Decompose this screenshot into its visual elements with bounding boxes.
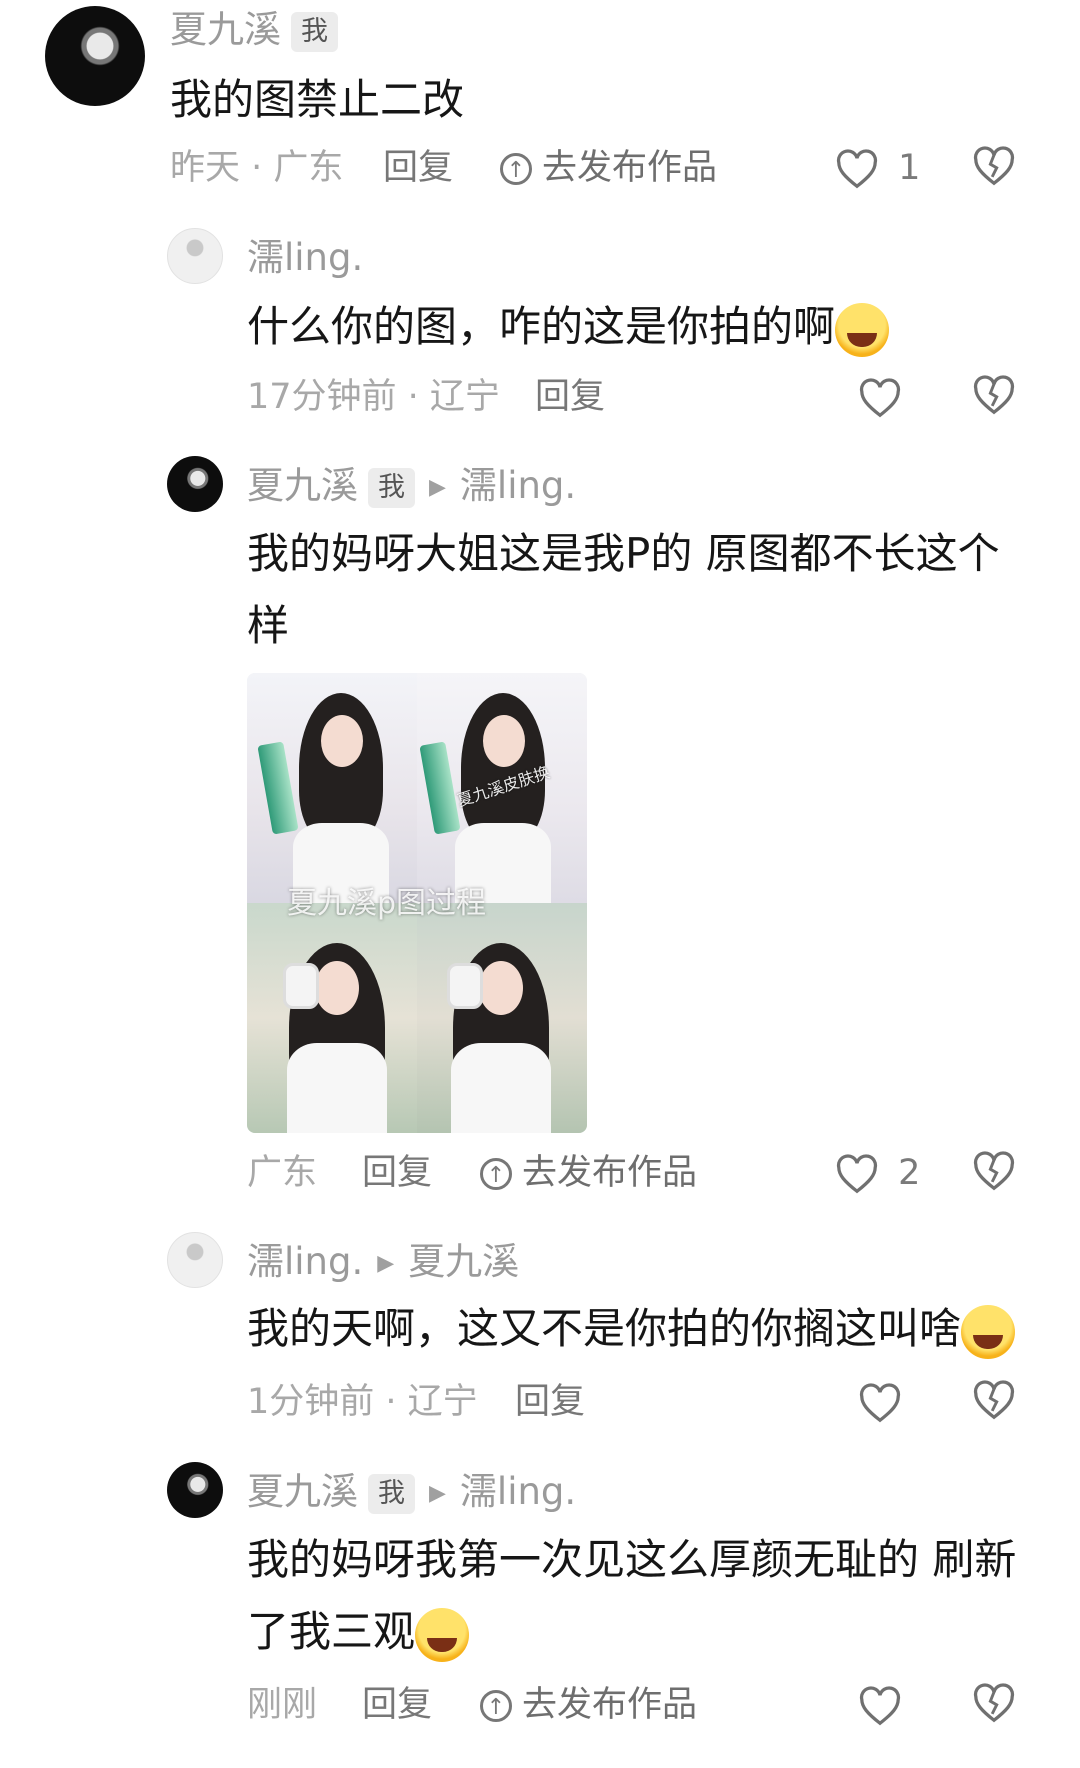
broken-heart-icon xyxy=(973,1683,1015,1723)
reply-arrow-icon: ▶ xyxy=(429,1480,446,1506)
reply-arrow-icon: ▶ xyxy=(429,474,446,500)
like-count: 2 xyxy=(898,1153,921,1193)
upload-icon: ↑ xyxy=(480,1690,512,1722)
like-button[interactable]: 1 xyxy=(835,146,920,190)
avatar[interactable] xyxy=(45,6,145,106)
avatar[interactable] xyxy=(167,228,223,284)
username[interactable]: 夏九溪 xyxy=(247,1470,358,1513)
heart-icon xyxy=(859,1383,901,1423)
dislike-button[interactable] xyxy=(972,1380,1016,1420)
publish-work-button[interactable]: ↑ 去发布作品 xyxy=(500,146,717,190)
grinning-emoji xyxy=(415,1607,470,1662)
self-badge: 我 xyxy=(291,11,338,52)
reply-target[interactable]: 濡ling. xyxy=(460,464,576,507)
reply-button[interactable]: 回复 xyxy=(362,1683,432,1727)
like-count: 1 xyxy=(898,148,921,188)
dislike-button[interactable] xyxy=(972,1683,1016,1723)
comment-text: 我的图禁止二改 xyxy=(170,75,465,124)
heart-icon xyxy=(836,149,878,189)
dislike-button[interactable] xyxy=(972,146,1016,186)
comment-meta: 广东 xyxy=(247,1153,318,1193)
self-badge: 我 xyxy=(368,467,415,508)
avatar[interactable] xyxy=(167,1462,223,1518)
comment-text-line-2: 了我三观 xyxy=(247,1596,470,1668)
like-button[interactable]: 2 xyxy=(835,1151,920,1195)
avatar[interactable] xyxy=(167,456,223,512)
comment-meta: 刚刚 xyxy=(247,1685,318,1725)
like-button[interactable] xyxy=(858,1380,902,1424)
username[interactable]: 夏九溪 xyxy=(170,8,281,51)
image-tile xyxy=(247,903,417,1133)
comment-text-line-1: 我的妈呀大姐这是我P的 原图都不长这个 xyxy=(247,529,1000,578)
broken-heart-icon xyxy=(973,1380,1015,1420)
broken-heart-icon xyxy=(973,1151,1015,1191)
reply-arrow-icon: ▶ xyxy=(377,1250,395,1276)
publish-work-button[interactable]: ↑ 去发布作品 xyxy=(480,1151,697,1195)
broken-heart-icon xyxy=(973,146,1015,186)
comment-meta: 17分钟前 · 辽宁 xyxy=(247,377,500,417)
publish-work-button[interactable]: ↑ 去发布作品 xyxy=(480,1683,697,1727)
dislike-button[interactable] xyxy=(972,1151,1016,1191)
publish-label: 去发布作品 xyxy=(542,148,718,188)
comment-text: 我的天啊，这又不是你拍的你搁这叫啥 xyxy=(247,1293,1016,1365)
broken-heart-icon xyxy=(973,375,1015,415)
image-caption: 夏九溪p图过程 xyxy=(287,886,487,921)
publish-label: 去发布作品 xyxy=(522,1153,698,1193)
comment-text-line-2: 样 xyxy=(247,601,290,650)
reply-button[interactable]: 回复 xyxy=(515,1380,585,1424)
like-button[interactable] xyxy=(858,1683,902,1727)
reply-target[interactable]: 濡ling. xyxy=(460,1470,576,1513)
comment-image[interactable]: 夏九溪p图过程 夏九溪皮肤换 xyxy=(247,673,587,1133)
like-button[interactable] xyxy=(858,375,902,419)
avatar[interactable] xyxy=(167,1232,223,1288)
upload-icon: ↑ xyxy=(500,153,532,185)
reply-target[interactable]: 夏九溪 xyxy=(408,1240,519,1283)
rolling-laughing-emoji xyxy=(961,1304,1016,1359)
reply-button[interactable]: 回复 xyxy=(383,146,453,190)
comment-text-line-1: 我的妈呀我第一次见这么厚颜无耻的 刷新 xyxy=(247,1535,1017,1584)
comment-meta: 昨天 · 广东 xyxy=(170,148,344,188)
image-tile xyxy=(417,903,587,1133)
publish-label: 去发布作品 xyxy=(522,1685,698,1725)
reply-button[interactable]: 回复 xyxy=(362,1151,432,1195)
laughing-crying-emoji xyxy=(835,302,890,357)
username[interactable]: 濡ling. xyxy=(247,1240,363,1283)
comment-text: 什么你的图，咋的这是你拍的啊 xyxy=(247,291,890,363)
upload-icon: ↑ xyxy=(480,1158,512,1190)
heart-icon xyxy=(836,1154,878,1194)
self-badge: 我 xyxy=(368,1473,415,1514)
username[interactable]: 夏九溪 xyxy=(247,464,358,507)
dislike-button[interactable] xyxy=(972,375,1016,415)
heart-icon xyxy=(859,1686,901,1726)
comment-meta: 1分钟前 · 辽宁 xyxy=(247,1382,478,1422)
heart-icon xyxy=(859,378,901,418)
username[interactable]: 濡ling. xyxy=(247,236,363,279)
reply-button[interactable]: 回复 xyxy=(535,375,605,419)
image-tile xyxy=(247,673,417,903)
